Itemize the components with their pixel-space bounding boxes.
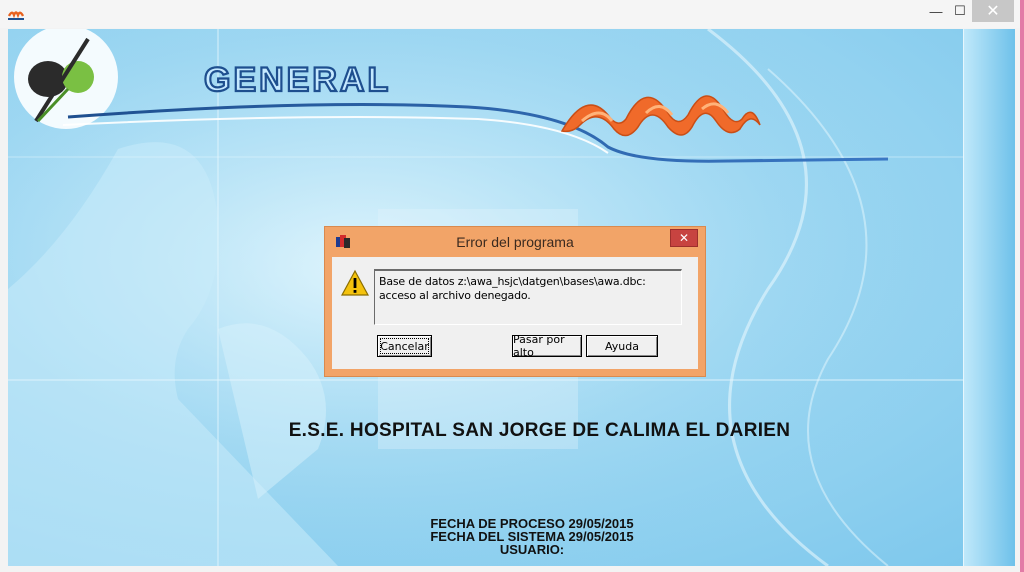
dialog-body: Base de datos z:\awa_hsjc\datgen\bases\a… (332, 257, 698, 369)
general-logo-text: GENERAL (204, 61, 391, 99)
dialog-titlebar: Error del programa ✕ (325, 227, 705, 257)
awa-flame-logo (560, 95, 761, 137)
window-close-button[interactable]: ✕ (972, 0, 1014, 22)
warning-icon (340, 269, 370, 296)
hospital-name: E.S.E. HOSPITAL SAN JORGE DE CALIMA EL D… (288, 420, 791, 441)
app-icon[interactable] (8, 7, 24, 21)
window-titlebar: — ☐ ✕ (0, 0, 1020, 28)
error-dialog: Error del programa ✕ Base de datos z:\aw… (325, 227, 705, 376)
ignore-button[interactable]: Pasar por alto (512, 333, 582, 359)
maximize-button[interactable]: ☐ (946, 0, 974, 22)
help-button[interactable]: Ayuda (586, 335, 658, 357)
main-window: — ☐ ✕ GENERAL E.S.E. HOSPITAL SAN JORGE … (0, 0, 1024, 572)
dialog-close-button[interactable]: ✕ (670, 229, 698, 247)
right-side-panel (963, 29, 1015, 566)
user-label: USUARIO: (499, 542, 565, 557)
dialog-title: Error del programa (456, 234, 574, 250)
general-logo: GENERAL (203, 60, 391, 100)
error-message: Base de datos z:\awa_hsjc\datgen\bases\a… (374, 269, 682, 325)
cancel-button[interactable]: Cancelar (377, 335, 432, 357)
